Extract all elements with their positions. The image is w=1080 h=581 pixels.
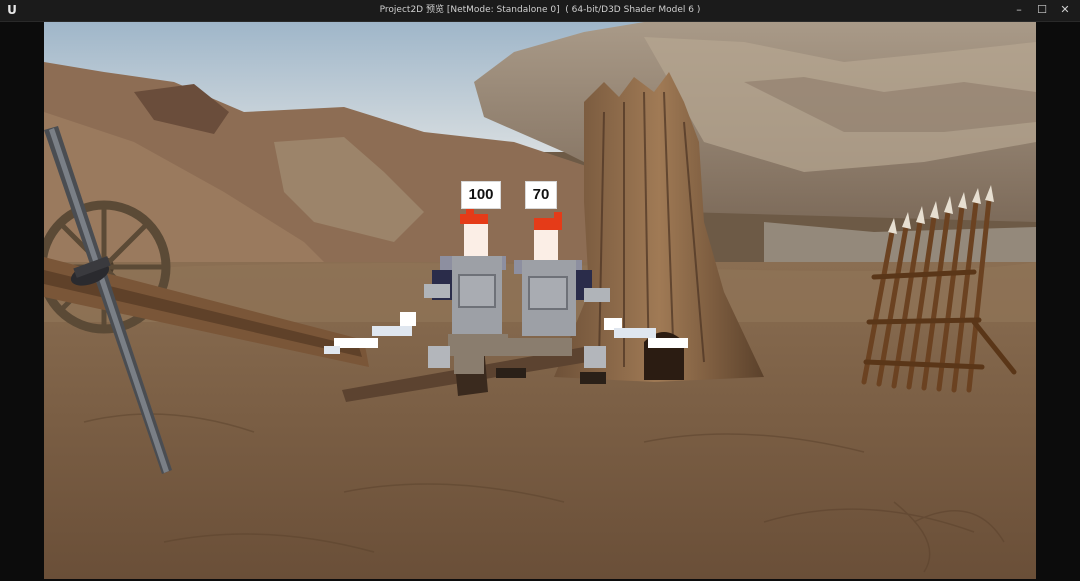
window-title: Project2D 预览 [NetMode: Standalone 0] ( 6… — [379, 5, 701, 15]
maximize-button[interactable]: ☐ — [1031, 2, 1053, 18]
close-button[interactable]: ✕ — [1054, 2, 1076, 18]
minimize-button[interactable]: – — [1008, 2, 1030, 18]
title-bar[interactable]: U Project2D 预览 [NetMode: Standalone 0] (… — [0, 0, 1080, 22]
game-scene — [44, 22, 1036, 579]
game-window: U Project2D 预览 [NetMode: Standalone 0] (… — [0, 0, 1080, 581]
game-viewport[interactable]: 100 70 — [44, 22, 1036, 579]
health-label-right: 70 — [525, 181, 557, 209]
health-label-left: 100 — [461, 181, 501, 209]
